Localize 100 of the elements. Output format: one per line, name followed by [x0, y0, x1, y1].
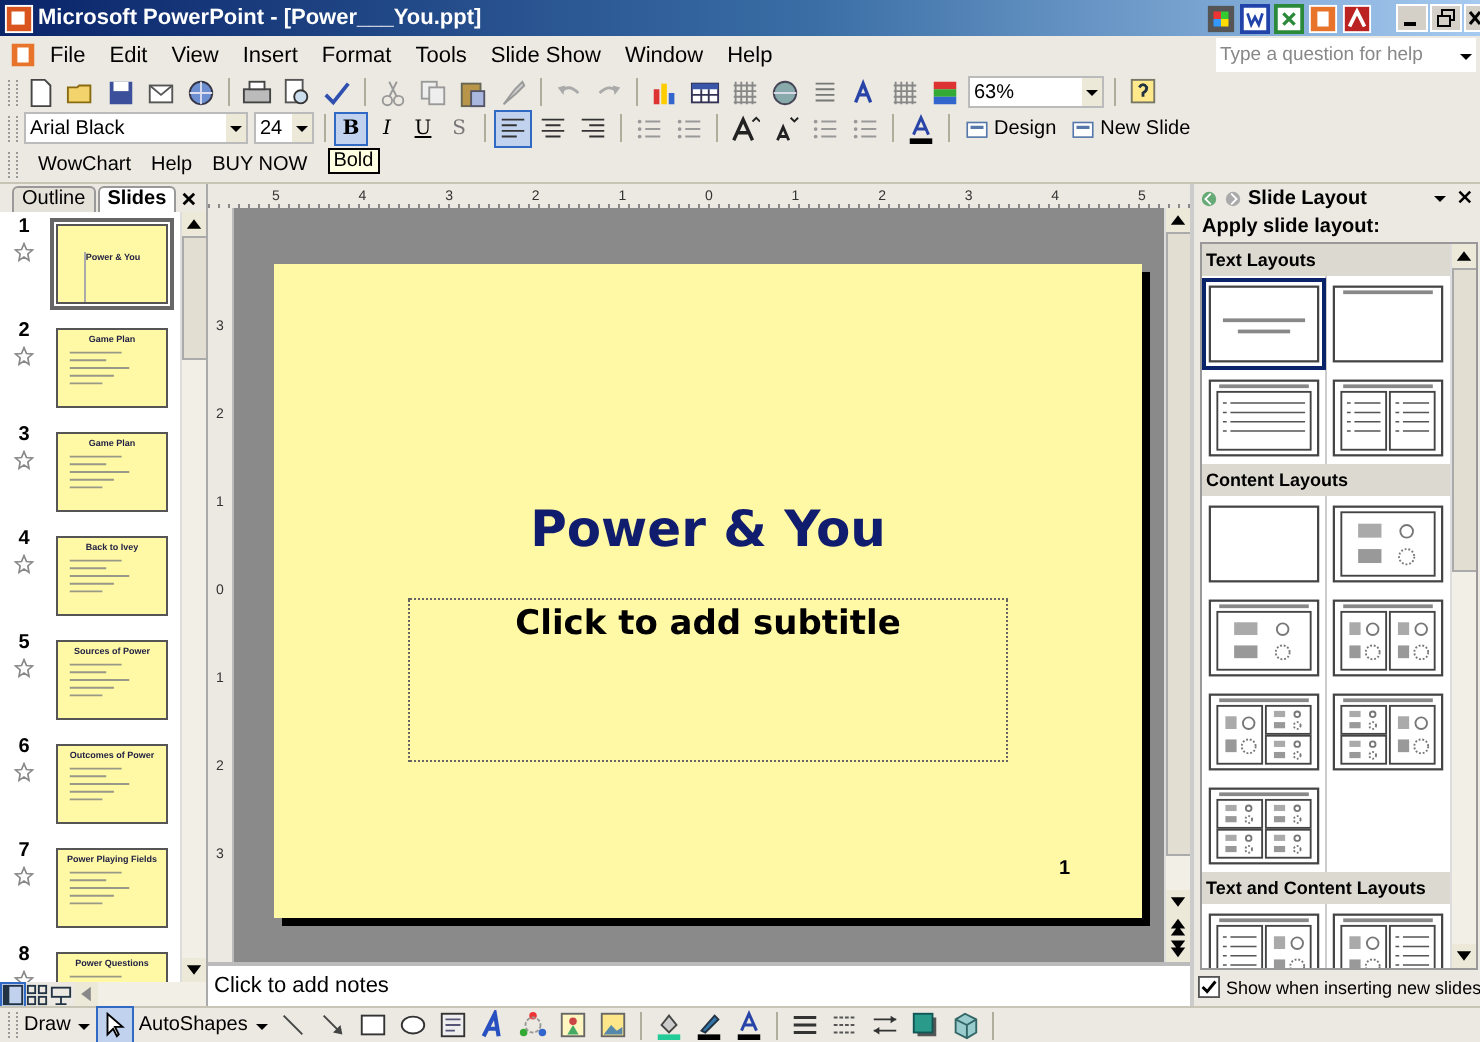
- bold-button[interactable]: B: [336, 113, 366, 143]
- layout-thumbnail[interactable]: [1206, 375, 1322, 459]
- layout-thumbnail[interactable]: [1206, 501, 1322, 585]
- menu-item[interactable]: View: [159, 43, 231, 67]
- slide-number: 3: [18, 426, 30, 446]
- slide-number: 5: [18, 634, 30, 654]
- toolbar-button[interactable]: New Slide: [1066, 112, 1195, 144]
- slide-title[interactable]: Power & You: [530, 500, 886, 558]
- access-icon[interactable]: [1342, 3, 1372, 33]
- layout-thumbnail[interactable]: [1206, 909, 1322, 968]
- menu-item[interactable]: Insert: [230, 43, 310, 67]
- horizontal-scrollbar[interactable]: [74, 982, 206, 1006]
- shadow-button[interactable]: S: [444, 113, 474, 143]
- underline-button[interactable]: U: [408, 113, 438, 143]
- font-dropdown[interactable]: Arial Black: [24, 112, 248, 144]
- star-icon: [14, 554, 34, 574]
- layout-thumbnail[interactable]: [1330, 595, 1446, 679]
- word-icon[interactable]: [1240, 3, 1270, 33]
- vertical-scrollbar[interactable]: [180, 212, 206, 982]
- select-pointer-icon[interactable]: [98, 1008, 133, 1042]
- layout-thumbnail[interactable]: [1330, 909, 1446, 968]
- menu-item[interactable]: Window: [612, 43, 716, 67]
- layout-thumbnail[interactable]: [1330, 501, 1446, 585]
- dropdown-arrow-icon[interactable]: [1084, 84, 1100, 100]
- dropdown-arrow-icon[interactable]: [1432, 190, 1448, 206]
- menu-item[interactable]: File: [38, 43, 98, 67]
- slide-number: 6: [18, 738, 30, 758]
- text-box-icon[interactable]: [435, 1008, 470, 1042]
- normal-view-button[interactable]: [2, 983, 24, 1005]
- tooltip: Bold: [327, 148, 380, 174]
- font-color-icon[interactable]: [904, 111, 938, 145]
- layout-thumbnail[interactable]: [1206, 783, 1322, 867]
- excel-icon[interactable]: [1274, 3, 1304, 33]
- toolbar-button[interactable]: Design: [960, 112, 1061, 144]
- powerpoint-icon[interactable]: [1308, 3, 1338, 33]
- draw-menu[interactable]: Draw: [24, 1014, 71, 1036]
- menu-item[interactable]: Help: [715, 43, 785, 67]
- layout-thumbnail[interactable]: [1330, 689, 1446, 773]
- checkbox[interactable]: [1198, 976, 1220, 998]
- shadow-icon[interactable]: [907, 1008, 942, 1042]
- menu-item[interactable]: Format: [309, 43, 404, 67]
- font-size-dropdown[interactable]: 24: [254, 112, 314, 144]
- star-icon: [14, 762, 34, 782]
- layout-thumbnail[interactable]: [1330, 281, 1446, 365]
- section-heading: Content Layouts: [1202, 464, 1450, 496]
- help-search-field[interactable]: Type a question for help: [1216, 38, 1476, 72]
- layout-thumbnail[interactable]: [1206, 281, 1322, 365]
- star-icon: [14, 866, 34, 886]
- section-heading: Text and Content Layouts: [1202, 872, 1450, 904]
- minimize-button[interactable]: [1396, 4, 1428, 32]
- menu-item[interactable]: Slide Show: [478, 43, 613, 67]
- scroll-thumb[interactable]: [1452, 268, 1476, 572]
- scroll-thumb[interactable]: [1166, 232, 1192, 856]
- clip-art-icon[interactable]: [555, 1008, 590, 1042]
- notes-field[interactable]: Click to add notes: [208, 962, 1190, 1006]
- help-icon[interactable]: [1126, 75, 1160, 109]
- vertical-scrollbar[interactable]: [1164, 208, 1190, 962]
- menu-item[interactable]: Edit: [97, 43, 160, 67]
- print-icon[interactable]: [240, 75, 274, 109]
- show-view-button[interactable]: [50, 983, 72, 1005]
- autoshapes-menu[interactable]: AutoShapes: [138, 1014, 248, 1036]
- close-icon[interactable]: [1454, 187, 1472, 205]
- close-icon[interactable]: [180, 190, 198, 208]
- star-icon: [14, 450, 34, 470]
- pane-tab[interactable]: Outline: [12, 186, 96, 212]
- picture-icon[interactable]: [595, 1008, 630, 1042]
- star-icon: [14, 658, 34, 678]
- slide-number: 8: [18, 946, 30, 966]
- align-left-icon[interactable]: [496, 111, 530, 145]
- task-pane-title[interactable]: Slide Layout: [1248, 187, 1367, 209]
- zoom-dropdown[interactable]: 63%: [968, 76, 1104, 108]
- italic-button[interactable]: I: [372, 113, 402, 143]
- diagram-icon[interactable]: [515, 1008, 550, 1042]
- star-icon: [14, 346, 34, 366]
- app-icon: [4, 3, 34, 33]
- layout-thumbnail[interactable]: [1206, 689, 1322, 773]
- toolbar-command[interactable]: Help: [151, 153, 193, 175]
- scroll-thumb[interactable]: [182, 236, 208, 360]
- layout-thumbnail[interactable]: [1330, 375, 1446, 459]
- layout-thumbnail[interactable]: [1206, 595, 1322, 679]
- dropdown-arrow-icon[interactable]: [294, 120, 310, 136]
- checkbox-label[interactable]: Show when inserting new slides: [1226, 977, 1480, 997]
- dropdown-arrow-icon[interactable]: [228, 120, 244, 136]
- window-title: Microsoft PowerPoint - [Power___You.ppt]: [38, 6, 482, 30]
- close-button[interactable]: [1464, 4, 1480, 32]
- star-icon: [14, 242, 34, 262]
- subtitle-placeholder[interactable]: Click to add subtitle: [408, 598, 1008, 762]
- back-arrow-icon[interactable]: [1200, 189, 1218, 207]
- slide-number: 2: [18, 322, 30, 342]
- slide-number: 1: [1058, 858, 1070, 880]
- increase-font-icon[interactable]: [728, 111, 762, 145]
- vertical-scrollbar[interactable]: [1450, 244, 1476, 968]
- print-preview-icon[interactable]: [280, 75, 314, 109]
- sorter-view-button[interactable]: [26, 983, 48, 1005]
- office-app-icon[interactable]: [1206, 3, 1236, 33]
- pane-tab[interactable]: Slides: [97, 186, 177, 212]
- menu-item[interactable]: Tools: [403, 43, 479, 67]
- toolbar-command[interactable]: BUY NOW: [212, 153, 308, 175]
- task-pane-heading: Apply slide layout:: [1200, 214, 1382, 242]
- toolbar-command[interactable]: WowChart: [38, 153, 131, 175]
